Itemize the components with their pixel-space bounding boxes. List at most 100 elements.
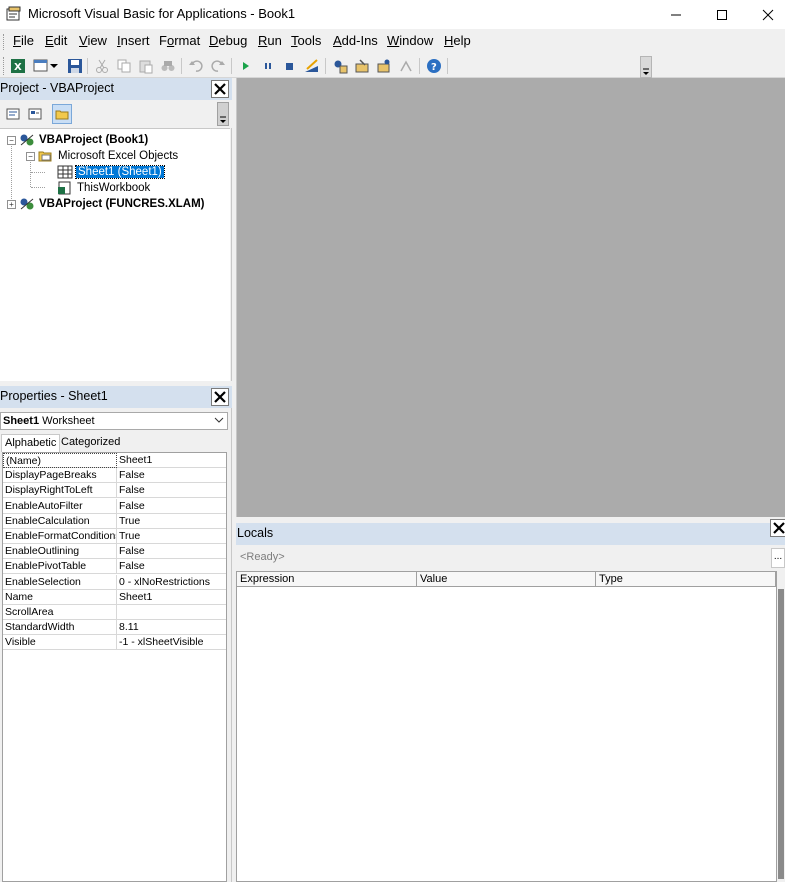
property-row[interactable]: DisplayRightToLeft False	[3, 483, 226, 499]
locals-close-button[interactable]	[770, 519, 785, 537]
tree-item-excel-objects-folder[interactable]: Microsoft Excel Objects	[38, 148, 178, 164]
menu-add-ins[interactable]: Add-Ins	[333, 33, 378, 48]
tab-categorized[interactable]: Categorized	[58, 434, 123, 452]
run-button[interactable]	[237, 57, 255, 75]
toggle-folders-button[interactable]	[52, 104, 72, 124]
property-row[interactable]: EnableOutlining False	[3, 544, 226, 560]
project-pane-close-button[interactable]	[211, 80, 229, 98]
tree-item-label: VBAProject (FUNCRES.XLAM)	[39, 198, 205, 210]
binoculars-icon	[161, 61, 175, 71]
property-row[interactable]: DisplayPageBreaks False	[3, 468, 226, 484]
object-browser-button[interactable]	[375, 57, 393, 75]
property-row[interactable]: Name Sheet1	[3, 589, 226, 605]
property-value[interactable]: Sheet1	[119, 590, 226, 605]
property-value[interactable]: False	[119, 559, 226, 574]
menu-view[interactable]: View	[79, 33, 107, 48]
menu-format[interactable]: Format	[159, 33, 200, 48]
close-window-button[interactable]	[745, 0, 785, 29]
property-name: DisplayPageBreaks	[3, 468, 117, 484]
close-icon	[773, 522, 785, 534]
menu-tools[interactable]: Tools	[291, 33, 321, 48]
tree-collapse-toggle[interactable]: −	[7, 136, 16, 145]
property-row[interactable]: EnableAutoFilter False	[3, 498, 226, 514]
column-header-value[interactable]: Value	[417, 572, 596, 587]
property-row[interactable]: Visible -1 - xlSheetVisible	[3, 635, 226, 651]
property-row[interactable]: EnablePivotTable False	[3, 559, 226, 575]
view-object-button[interactable]	[25, 104, 45, 124]
copy-button[interactable]	[115, 57, 133, 75]
object-selector-dropdown[interactable]: Sheet1 Worksheet	[0, 412, 228, 430]
toolbar-grip[interactable]	[3, 57, 6, 75]
undo-button[interactable]	[187, 57, 205, 75]
vbaproject-icon	[20, 198, 34, 210]
selected-object-name: Sheet1	[3, 415, 40, 427]
property-value[interactable]: -1 - xlSheetVisible	[119, 635, 226, 650]
tree-item-vbaproject-funcres[interactable]: VBAProject (FUNCRES.XLAM)	[19, 196, 204, 212]
call-stack-button[interactable]: ...	[771, 548, 785, 568]
menu-grip[interactable]	[3, 34, 6, 50]
vba-app-icon	[6, 6, 21, 21]
view-code-button[interactable]	[3, 104, 23, 124]
menu-debug[interactable]: Debug	[209, 33, 247, 48]
reset-button[interactable]	[281, 57, 299, 75]
property-value[interactable]	[119, 605, 226, 620]
minimize-icon	[671, 14, 681, 15]
project-explorer-button[interactable]	[331, 57, 349, 75]
standard-toolbar: X ?	[0, 54, 785, 78]
menu-window[interactable]: Window	[387, 33, 433, 48]
property-value[interactable]: True	[119, 529, 226, 544]
locals-header[interactable]: Locals	[236, 523, 785, 545]
property-value[interactable]: 8.11	[119, 620, 226, 635]
property-value[interactable]: 0 - xlNoRestrictions	[119, 575, 226, 590]
property-value[interactable]: False	[119, 544, 226, 559]
project-pane-header[interactable]: Project - VBAProject	[0, 78, 232, 100]
property-row[interactable]: ScrollArea	[3, 605, 226, 620]
tree-collapse-toggle[interactable]: −	[26, 152, 35, 161]
tree-item-sheet1[interactable]: Sheet1 (Sheet1)	[57, 164, 165, 180]
paste-button[interactable]	[137, 57, 155, 75]
cut-button[interactable]	[93, 57, 111, 75]
help-button[interactable]: ?	[425, 57, 443, 75]
menu-edit[interactable]: Edit	[45, 33, 67, 48]
tab-alphabetic[interactable]: Alphabetic	[1, 434, 61, 452]
column-header-expression[interactable]: Expression	[237, 572, 417, 587]
redo-button[interactable]	[209, 57, 227, 75]
property-value[interactable]: Sheet1	[119, 453, 226, 468]
column-header-type[interactable]: Type	[596, 572, 776, 587]
menu-file[interactable]: File	[13, 33, 34, 48]
property-row[interactable]: EnableFormatConditions True	[3, 529, 226, 544]
tree-item-vbaproject-book1[interactable]: VBAProject (Book1)	[19, 132, 148, 148]
design-mode-button[interactable]	[303, 57, 321, 75]
menu-insert[interactable]: Insert	[117, 33, 150, 48]
locals-vertical-scrollbar[interactable]	[777, 587, 785, 882]
scrollbar-thumb[interactable]	[778, 589, 784, 879]
tree-item-thisworkbook[interactable]: ThisWorkbook	[57, 180, 150, 196]
minimize-button[interactable]	[653, 0, 699, 29]
close-icon	[214, 83, 226, 95]
property-value[interactable]: False	[119, 468, 226, 483]
insert-dropdown-button[interactable]	[48, 57, 60, 75]
properties-window-button[interactable]	[353, 57, 371, 75]
tree-expand-toggle[interactable]: +	[7, 200, 16, 209]
break-button[interactable]	[259, 57, 277, 75]
menu-help[interactable]: Help	[444, 33, 471, 48]
view-excel-button[interactable]: X	[9, 57, 27, 75]
property-value[interactable]: True	[119, 514, 226, 529]
properties-pane-header[interactable]: Properties - Sheet1	[0, 386, 232, 408]
maximize-button[interactable]	[699, 0, 745, 29]
property-row[interactable]: EnableCalculation True	[3, 513, 226, 529]
toolbar-overflow-button[interactable]	[640, 56, 652, 78]
paste-icon	[139, 60, 153, 74]
property-row[interactable]: StandardWidth 8.11	[3, 620, 226, 636]
property-value[interactable]: False	[119, 499, 226, 514]
tree-item-label: ThisWorkbook	[77, 182, 151, 194]
property-value[interactable]: False	[119, 483, 226, 498]
properties-pane-close-button[interactable]	[211, 388, 229, 406]
property-row[interactable]: (Name) Sheet1	[3, 453, 226, 468]
menu-run[interactable]: Run	[258, 33, 282, 48]
save-button[interactable]	[66, 57, 84, 75]
project-toolbar-overflow[interactable]	[217, 102, 229, 126]
toolbox-button[interactable]	[397, 57, 415, 75]
property-row[interactable]: EnableSelection 0 - xlNoRestrictions	[3, 574, 226, 590]
find-button[interactable]	[159, 57, 177, 75]
